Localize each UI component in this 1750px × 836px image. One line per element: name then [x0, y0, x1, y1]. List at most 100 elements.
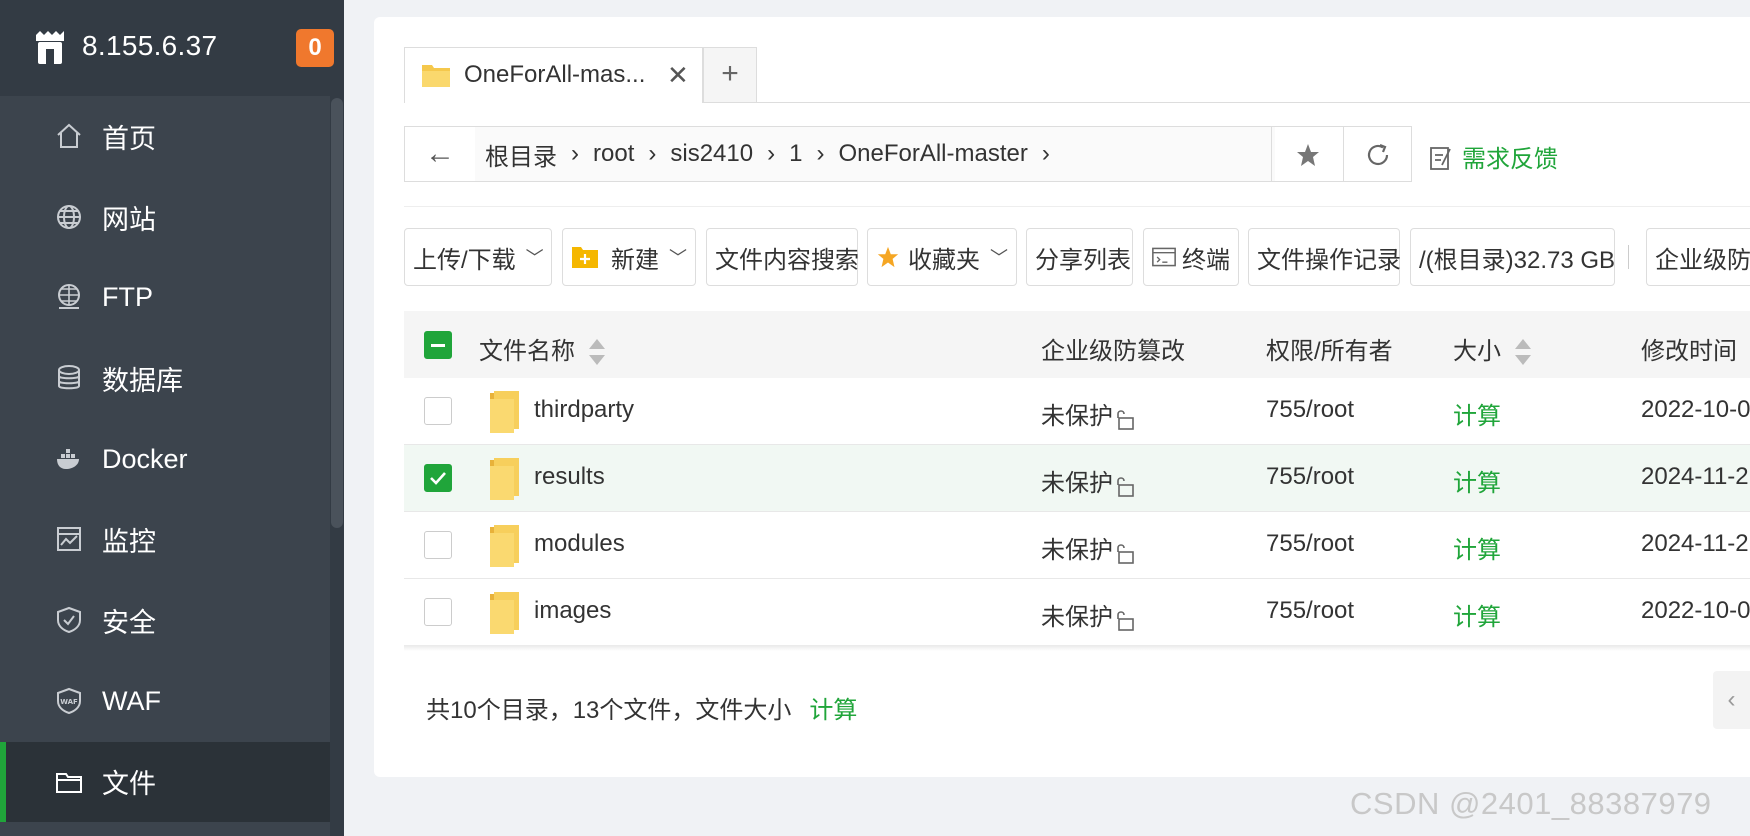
- permission[interactable]: 755/root: [1266, 530, 1354, 558]
- sidebar-item-files[interactable]: 文件: [0, 741, 330, 823]
- chevron-right-icon[interactable]: ›: [644, 140, 660, 168]
- sidebar-item-database[interactable]: 数据库: [0, 338, 330, 419]
- file-name[interactable]: results: [534, 463, 605, 491]
- sidebar-scrollbar-thumb[interactable]: [331, 98, 343, 528]
- refresh-button[interactable]: [1343, 127, 1412, 181]
- upload-download-button[interactable]: 上传/下载 ﹀: [404, 228, 552, 286]
- favorite-star-button[interactable]: [1271, 127, 1344, 181]
- breadcrumb[interactable]: 根目录 › root › sis2410 › 1 › OneForAll-mas…: [475, 127, 1275, 181]
- tab-close-icon[interactable]: ✕: [667, 60, 689, 91]
- modified-time: 2022-10-0: [1641, 396, 1750, 423]
- calculate-size-link[interactable]: 计算: [1453, 396, 1501, 431]
- column-size[interactable]: 大小: [1453, 331, 1531, 367]
- server-ip[interactable]: 8.155.6.37: [82, 30, 217, 62]
- toolbar-separator: [1628, 245, 1629, 269]
- database-icon: [58, 365, 80, 390]
- modified-time: 2024-11-2: [1641, 463, 1749, 490]
- table-row[interactable]: images 未保护 755/root 计算 2022-10-0: [404, 579, 1750, 646]
- new-button[interactable]: 新建 ﹀: [562, 228, 696, 286]
- chevron-right-icon[interactable]: ›: [763, 140, 779, 168]
- chevron-right-icon[interactable]: ›: [1038, 140, 1054, 168]
- folder-icon: [490, 592, 519, 634]
- add-tab-button[interactable]: +: [703, 47, 757, 103]
- folder-icon: [490, 525, 519, 567]
- favorites-button[interactable]: 收藏夹 ﹀: [867, 228, 1017, 286]
- permission[interactable]: 755/root: [1266, 463, 1354, 491]
- breadcrumb-item[interactable]: 1: [779, 140, 812, 168]
- sort-icon[interactable]: [589, 338, 605, 367]
- row-checkbox[interactable]: [424, 464, 452, 492]
- tamper-status[interactable]: 未保护: [1041, 396, 1135, 431]
- globe-icon: [57, 204, 81, 229]
- sidebar-item-websites[interactable]: 网站: [0, 177, 330, 258]
- table-row[interactable]: thirdparty 未保护 755/root 计算 2022-10-0: [404, 378, 1750, 445]
- home-icon: [57, 123, 81, 148]
- breadcrumb-item[interactable]: sis2410: [660, 140, 763, 168]
- file-name[interactable]: modules: [534, 530, 625, 558]
- operation-log-button[interactable]: 文件操作记录: [1248, 228, 1401, 286]
- sidebar-item-label: 首页: [102, 123, 156, 154]
- svg-text:WAF: WAF: [60, 698, 78, 706]
- alert-badge[interactable]: 0: [296, 29, 334, 67]
- refresh-icon: [1367, 143, 1389, 166]
- terminal-icon: [1152, 247, 1176, 267]
- permission[interactable]: 755/root: [1266, 396, 1354, 424]
- sidebar-item-label: Docker: [102, 443, 188, 474]
- sort-icon[interactable]: [1515, 338, 1531, 367]
- chevron-right-icon[interactable]: ›: [567, 140, 583, 168]
- disk-usage-button[interactable]: /(根目录)32.73 GB: [1410, 228, 1615, 286]
- tamper-status[interactable]: 未保护: [1041, 463, 1135, 498]
- unlock-icon: [1117, 477, 1134, 497]
- calculate-size-link[interactable]: 计算: [1453, 597, 1501, 632]
- row-checkbox[interactable]: [424, 397, 452, 425]
- star-icon: [877, 246, 899, 268]
- file-name[interactable]: thirdparty: [534, 396, 634, 424]
- back-button[interactable]: ←: [405, 127, 476, 181]
- folder-icon: [56, 772, 82, 793]
- sidebar-item-label: 安全: [102, 607, 156, 638]
- sidebar-item-security[interactable]: 安全: [0, 580, 330, 661]
- tamper-protection-button[interactable]: 企业级防篡: [1646, 228, 1750, 286]
- sidebar-item-waf[interactable]: WAF WAF: [0, 661, 330, 742]
- sidebar-item-monitor[interactable]: 监控: [0, 499, 330, 580]
- sidebar-item-label: WAF: [102, 685, 161, 716]
- file-name[interactable]: images: [534, 597, 611, 625]
- column-name[interactable]: 文件名称: [479, 331, 605, 367]
- upload-download-label: 上传/下载: [413, 246, 516, 274]
- table-row[interactable]: modules 未保护 755/root 计算 2024-11-2: [404, 512, 1750, 579]
- calculate-total-link[interactable]: 计算: [809, 697, 857, 724]
- sidebar-item-home[interactable]: 首页: [0, 96, 330, 177]
- sidebar-item-docker[interactable]: Docker: [0, 419, 330, 500]
- table-scroll-shadow: [404, 645, 1750, 651]
- directory-summary: 共10个目录，13个文件，文件大小 计算: [426, 690, 857, 725]
- column-permission: 权限/所有者: [1266, 338, 1393, 365]
- tamper-status-label: 未保护: [1041, 403, 1113, 430]
- waf-icon: WAF: [57, 687, 81, 714]
- new-label: 新建: [611, 246, 659, 274]
- content-search-button[interactable]: 文件内容搜索: [706, 228, 859, 286]
- feedback-link[interactable]: 需求反馈: [1430, 139, 1558, 174]
- permission[interactable]: 755/root: [1266, 597, 1354, 625]
- tab-oneforall[interactable]: OneForAll-mas... ✕: [404, 47, 703, 103]
- table-row[interactable]: results 未保护 755/root 计算 2024-11-2: [404, 445, 1750, 512]
- pagination-prev-button[interactable]: ‹: [1713, 671, 1750, 729]
- minus-icon: [431, 344, 445, 347]
- select-all-checkbox[interactable]: [424, 331, 452, 359]
- sidebar-item-ftp[interactable]: FTP: [0, 257, 330, 338]
- row-checkbox[interactable]: [424, 531, 452, 559]
- ftp-icon: [58, 284, 80, 310]
- calculate-size-link[interactable]: 计算: [1453, 530, 1501, 565]
- breadcrumb-item[interactable]: OneForAll-master: [828, 140, 1037, 168]
- row-checkbox[interactable]: [424, 598, 452, 626]
- terminal-button[interactable]: 终端: [1143, 228, 1239, 286]
- chevron-right-icon[interactable]: ›: [812, 140, 828, 168]
- calculate-size-link[interactable]: 计算: [1453, 463, 1501, 498]
- sidebar-item-label: 数据库: [102, 365, 183, 396]
- breadcrumb-item[interactable]: root: [583, 140, 644, 168]
- modified-time: 2022-10-0: [1641, 597, 1750, 624]
- breadcrumb-item[interactable]: 根目录: [475, 137, 567, 172]
- tamper-status[interactable]: 未保护: [1041, 597, 1135, 632]
- tamper-status[interactable]: 未保护: [1041, 530, 1135, 565]
- share-list-button[interactable]: 分享列表: [1026, 228, 1133, 286]
- chevron-down-icon: ﹀: [525, 248, 544, 268]
